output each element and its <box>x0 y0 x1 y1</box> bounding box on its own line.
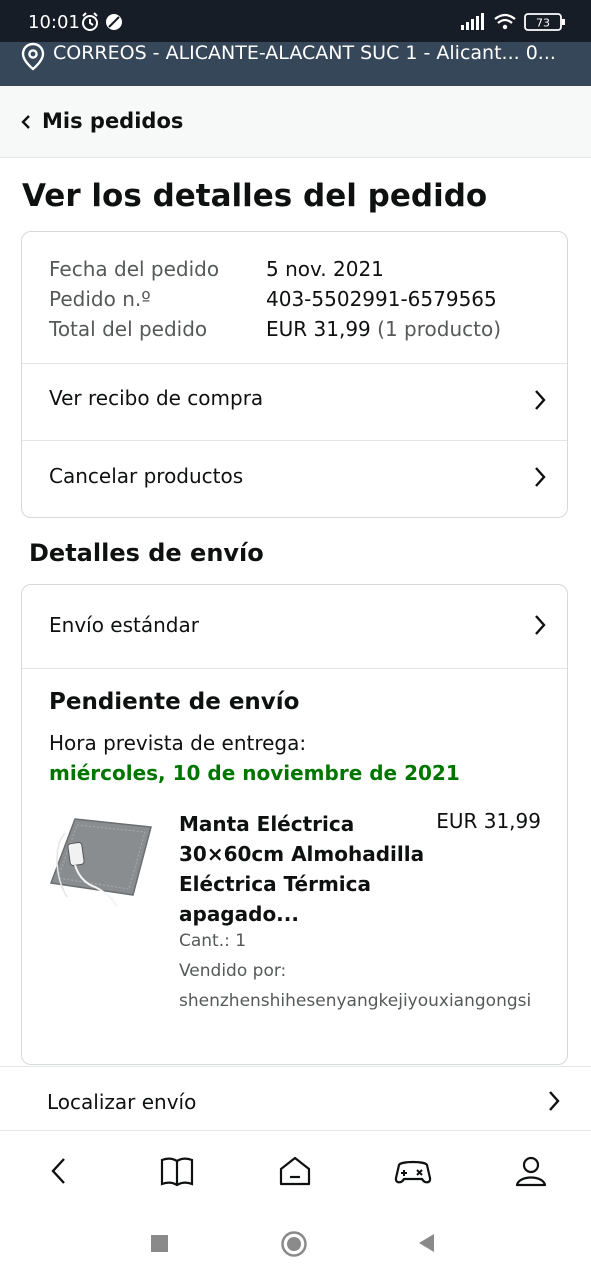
view-receipt-label: Ver recibo de compra <box>49 386 264 410</box>
order-number-row: Pedido n.º 403-5502991-6579565 <box>49 284 501 314</box>
shipping-section-title: Detalles de envío <box>29 539 264 567</box>
track-shipment-link[interactable]: Localizar envío <box>0 1066 591 1131</box>
home-icon[interactable] <box>275 1151 315 1191</box>
order-date-label: Fecha del pedido <box>49 257 220 281</box>
eta-date: miércoles, 10 de noviembre de 2021 <box>49 761 460 785</box>
delivery-location-bar[interactable]: CORREOS - ALICANTE-ALACANT SUC 1 - Alica… <box>0 42 591 86</box>
battery-level: 73 <box>536 17 550 30</box>
shipment-status: Pendiente de envío <box>49 689 300 715</box>
home-circle-icon[interactable] <box>280 1230 308 1262</box>
order-total-count: (1 producto) <box>377 317 502 341</box>
recents-icon[interactable] <box>150 1234 170 1258</box>
status-icons-left <box>80 11 124 37</box>
shipping-card: Envío estándar Pendiente de envío Hora p… <box>21 584 568 1065</box>
product-name[interactable]: Manta Eléctrica 30×60cm Almohadilla Eléc… <box>179 809 429 929</box>
product-name-line: Manta Eléctrica <box>179 812 355 836</box>
view-receipt-link[interactable]: Ver recibo de compra <box>22 364 567 440</box>
product-name-line: Eléctrica Térmica <box>179 872 371 896</box>
page-title: Ver los detalles del pedido <box>22 178 488 214</box>
seller-label: Vendido por: <box>179 961 287 981</box>
shipping-method-link[interactable]: Envío estándar <box>22 585 567 668</box>
product-price: EUR 31,99 <box>436 809 541 833</box>
signal-wifi-battery-icon: 73 <box>461 13 565 31</box>
eta-label: Hora prevista de entrega: <box>49 731 307 755</box>
cancel-products-link[interactable]: Cancelar productos <box>22 441 567 517</box>
product-name-line: 30×60cm Almohadilla <box>179 842 425 866</box>
product-name-line: apagado... <box>179 902 299 926</box>
order-total-value: EUR 31,99 (1 producto) <box>266 314 501 344</box>
bottom-navigation <box>0 1130 591 1205</box>
status-bar: 10:01 73 <box>0 0 591 42</box>
product-quantity: Cant.: 1 <box>179 931 247 951</box>
chevron-right-icon <box>533 388 547 416</box>
cancel-products-label: Cancelar productos <box>49 464 244 488</box>
order-total-row: Total del pedido EUR 31,99 (1 producto) <box>49 314 501 344</box>
book-icon[interactable] <box>157 1151 197 1191</box>
back-to-orders[interactable]: Mis pedidos <box>0 86 591 158</box>
shipping-method-label: Envío estándar <box>49 613 199 637</box>
location-pin-icon <box>20 42 46 76</box>
gamepad-icon[interactable] <box>393 1151 433 1191</box>
system-navigation-bar <box>0 1204 591 1280</box>
chevron-right-icon <box>533 613 547 641</box>
order-date-value: 5 nov. 2021 <box>266 257 384 281</box>
chevron-left-icon <box>20 114 32 134</box>
order-total-label: Total del pedido <box>49 317 208 341</box>
order-summary-grid: Fecha del pedido 5 nov. 2021 Pedido n.º … <box>49 254 501 344</box>
status-icons-right: 73 <box>459 11 569 37</box>
divider <box>22 668 567 669</box>
chevron-right-icon <box>547 1089 561 1117</box>
product-image[interactable] <box>45 807 155 921</box>
order-summary-card: Fecha del pedido 5 nov. 2021 Pedido n.º … <box>21 231 568 518</box>
delivery-location-text: CORREOS - ALICANTE-ALACANT SUC 1 - Alica… <box>53 42 556 64</box>
back-label: Mis pedidos <box>42 109 184 133</box>
order-total-amount: EUR 31,99 <box>266 317 371 341</box>
order-number-value: 403-5502991-6579565 <box>266 287 497 311</box>
seller-name: shenzhenshihesenyangkejiyouxiangongsi <box>179 991 532 1011</box>
back-icon[interactable] <box>40 1151 80 1191</box>
chevron-right-icon <box>533 465 547 493</box>
account-icon[interactable] <box>511 1151 551 1191</box>
track-shipment-label: Localizar envío <box>47 1090 197 1114</box>
order-date-row: Fecha del pedido 5 nov. 2021 <box>49 254 501 284</box>
system-back-icon[interactable] <box>416 1232 436 1258</box>
alarm-icon <box>82 12 122 31</box>
status-time: 10:01 <box>28 12 80 33</box>
order-number-label: Pedido n.º <box>49 287 151 311</box>
